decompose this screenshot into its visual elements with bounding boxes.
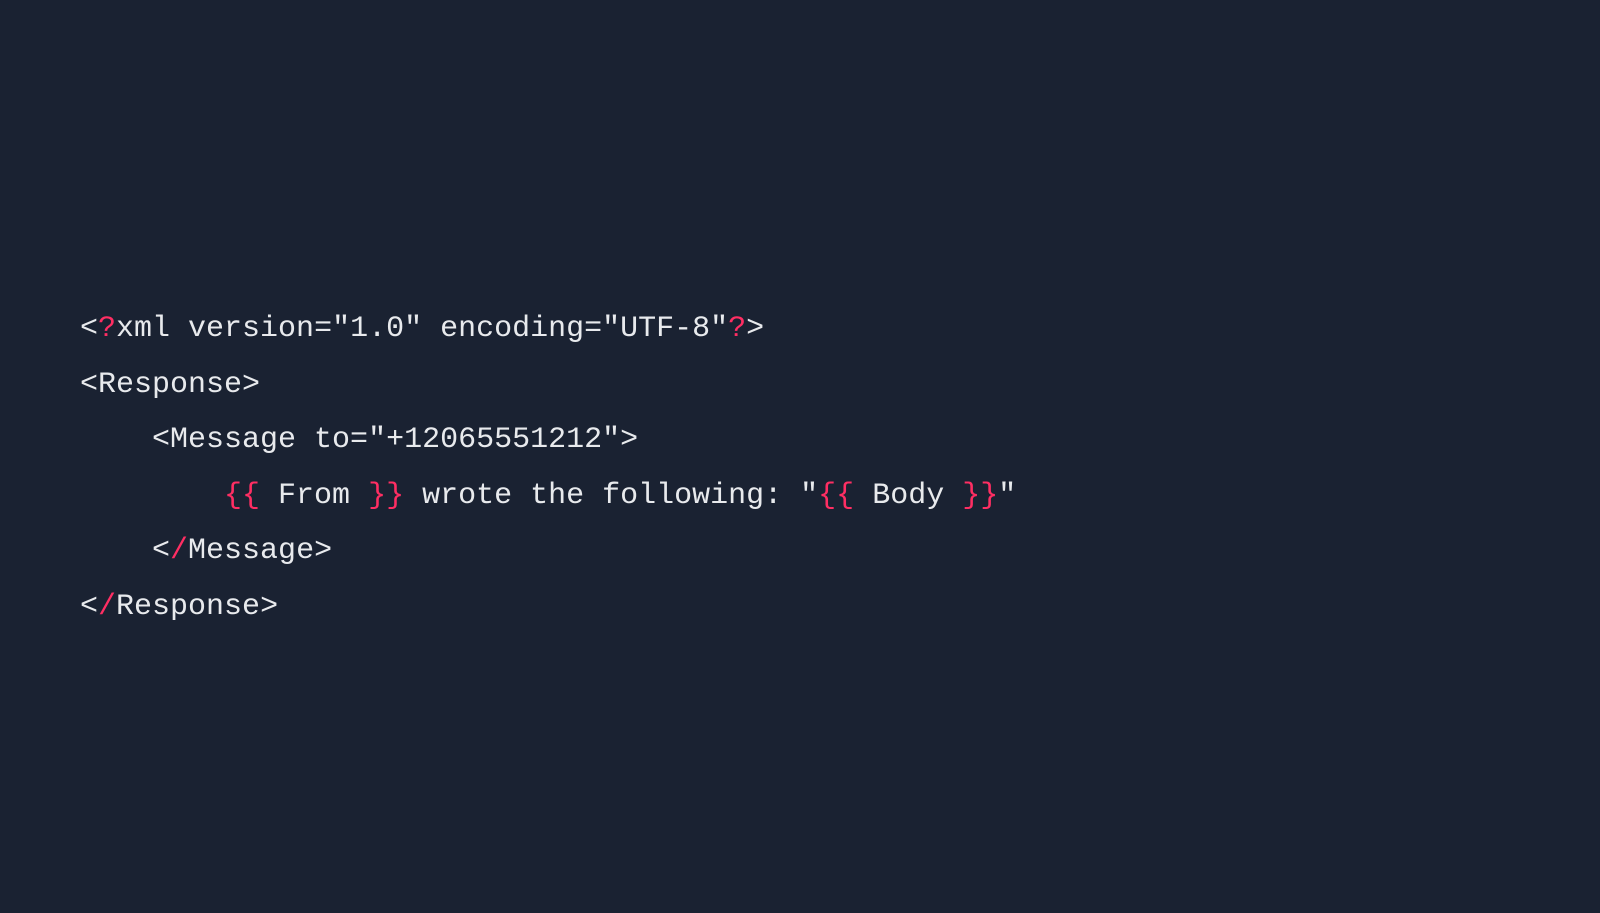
indent: [80, 534, 152, 568]
indent: [80, 423, 152, 457]
angle-bracket: >: [242, 368, 260, 402]
angle-bracket: <: [80, 590, 98, 624]
angle-bracket: <: [152, 534, 170, 568]
angle-bracket: >: [620, 423, 638, 457]
code-line-2: <Response>: [80, 368, 260, 402]
code-line-1: <?xml version="1.0" encoding="UTF-8"?>: [80, 312, 764, 346]
close-slash: /: [170, 534, 188, 568]
angle-bracket: >: [314, 534, 332, 568]
angle-bracket: >: [260, 590, 278, 624]
template-close-curly: }}: [368, 479, 404, 513]
template-open-curly: {{: [224, 479, 260, 513]
angle-bracket: <: [80, 312, 98, 346]
template-var-from: From: [260, 479, 368, 513]
message-text: wrote the following: ": [404, 479, 818, 513]
template-var-body: Body: [854, 479, 962, 513]
code-line-6: </Response>: [80, 590, 278, 624]
code-block: <?xml version="1.0" encoding="UTF-8"?> <…: [80, 302, 1520, 635]
code-line-5: </Message>: [80, 534, 332, 568]
close-slash: /: [98, 590, 116, 624]
xml-declaration: xml version="1.0" encoding="UTF-8": [116, 312, 728, 346]
template-open-curly: {{: [818, 479, 854, 513]
angle-bracket: <: [80, 368, 98, 402]
code-line-3: <Message to="+12065551212">: [80, 423, 638, 457]
code-line-4: {{ From }} wrote the following: "{{ Body…: [80, 479, 1016, 513]
angle-bracket: <: [152, 423, 170, 457]
message-tag-close: Message: [188, 534, 314, 568]
message-text-end: ": [998, 479, 1016, 513]
response-tag-close: Response: [116, 590, 260, 624]
response-tag-open: Response: [98, 368, 242, 402]
question-mark: ?: [728, 312, 746, 346]
angle-bracket: >: [746, 312, 764, 346]
template-close-curly: }}: [962, 479, 998, 513]
question-mark: ?: [98, 312, 116, 346]
indent: [80, 479, 224, 513]
message-tag-open: Message to="+12065551212": [170, 423, 620, 457]
